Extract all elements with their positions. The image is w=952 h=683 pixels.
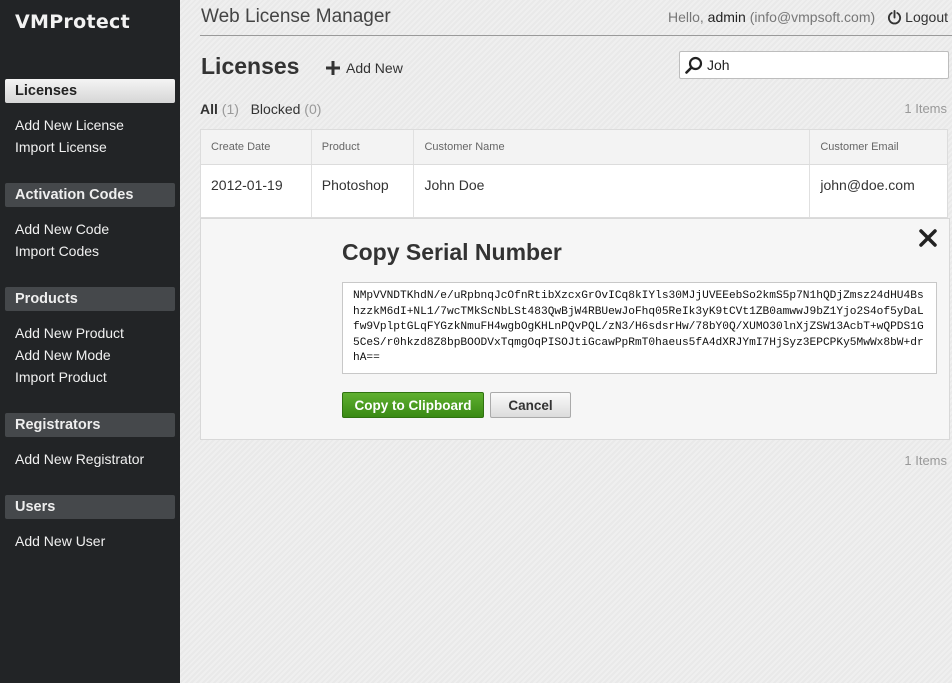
table-row[interactable]: 2012-01-19 Photoshop John Doe john@doe.c… xyxy=(201,165,947,217)
panel-title: Copy Serial Number xyxy=(342,239,562,265)
sidebar-link-add-new-code[interactable]: Add New Code xyxy=(15,221,109,237)
header-divider xyxy=(200,35,952,36)
user-email: (info@vmpsoft.com) xyxy=(749,9,876,25)
sidebar-section-products[interactable]: Products xyxy=(5,287,175,311)
items-count-top: 1 Items xyxy=(904,101,947,116)
table-header-row: Create Date Product Customer Name Custom… xyxy=(201,130,947,165)
add-new-label: Add New xyxy=(346,60,403,76)
power-icon xyxy=(888,9,902,24)
sidebar: VMProtect Licenses Add New License Impor… xyxy=(0,0,180,683)
main-content: Web License Manager Hello, admin (info@v… xyxy=(180,0,952,683)
sidebar-section-activation-codes[interactable]: Activation Codes xyxy=(5,183,175,207)
licenses-table: Create Date Product Customer Name Custom… xyxy=(200,129,948,218)
cell-customer-email: john@doe.com xyxy=(820,177,915,193)
cell-create-date: 2012-01-19 xyxy=(201,165,312,217)
filter-blocked[interactable]: Blocked (0) xyxy=(251,101,322,117)
filter-all-count: (1) xyxy=(221,101,239,117)
column-header-customer-email[interactable]: Customer Email xyxy=(810,130,947,164)
user-info: Hello, admin (info@vmpsoft.com) Logout xyxy=(668,9,948,25)
close-icon[interactable] xyxy=(918,228,938,248)
sidebar-link-import-license[interactable]: Import License xyxy=(15,139,107,155)
add-new-button[interactable]: Add New xyxy=(326,60,403,76)
app-title: Web License Manager xyxy=(201,6,391,27)
serial-number-panel: Copy Serial Number NMpVVNDTKhdN/e/uRpbnq… xyxy=(200,218,950,440)
sidebar-link-add-new-license[interactable]: Add New License xyxy=(15,117,124,133)
logout-link[interactable]: Logout xyxy=(887,9,948,25)
filter-all[interactable]: All (1) xyxy=(200,101,239,117)
search-input[interactable] xyxy=(707,57,937,73)
filter-all-label: All xyxy=(200,101,218,117)
sidebar-link-add-new-user[interactable]: Add New User xyxy=(15,533,105,549)
sidebar-section-licenses[interactable]: Licenses xyxy=(5,79,175,103)
app-logo: VMProtect xyxy=(15,11,130,33)
column-header-product[interactable]: Product xyxy=(312,130,415,164)
sidebar-link-add-new-registrator[interactable]: Add New Registrator xyxy=(15,451,144,467)
search-box[interactable] xyxy=(679,51,949,79)
sidebar-section-users[interactable]: Users xyxy=(5,495,175,519)
copy-to-clipboard-button[interactable]: Copy to Clipboard xyxy=(342,392,484,418)
cell-product: Photoshop xyxy=(312,165,415,217)
logout-label: Logout xyxy=(905,9,948,25)
sidebar-link-import-codes[interactable]: Import Codes xyxy=(15,243,99,259)
filter-blocked-count: (0) xyxy=(304,101,322,117)
greeting-text: Hello, xyxy=(667,9,704,25)
sidebar-section-registrators[interactable]: Registrators xyxy=(5,413,175,437)
page-title: Licenses xyxy=(201,53,300,79)
column-header-customer-name[interactable]: Customer Name xyxy=(414,130,811,164)
cancel-button[interactable]: Cancel xyxy=(490,392,571,418)
column-header-create-date[interactable]: Create Date xyxy=(201,130,312,164)
filter-blocked-label: Blocked xyxy=(250,101,301,117)
search-icon xyxy=(685,56,703,74)
cell-customer-name: John Doe xyxy=(414,165,811,217)
plus-icon xyxy=(326,61,340,75)
sidebar-link-add-new-mode[interactable]: Add New Mode xyxy=(15,347,111,363)
sidebar-link-add-new-product[interactable]: Add New Product xyxy=(15,325,124,341)
sidebar-link-import-product[interactable]: Import Product xyxy=(15,369,107,385)
filter-bar: All (1) Blocked (0) xyxy=(200,101,321,117)
serial-number-textarea[interactable]: NMpVVNDTKhdN/e/uRpbnqJcOfnRtibXzcxGrOvIC… xyxy=(342,282,937,374)
username: admin xyxy=(707,9,746,25)
items-count-bottom: 1 Items xyxy=(904,453,947,468)
